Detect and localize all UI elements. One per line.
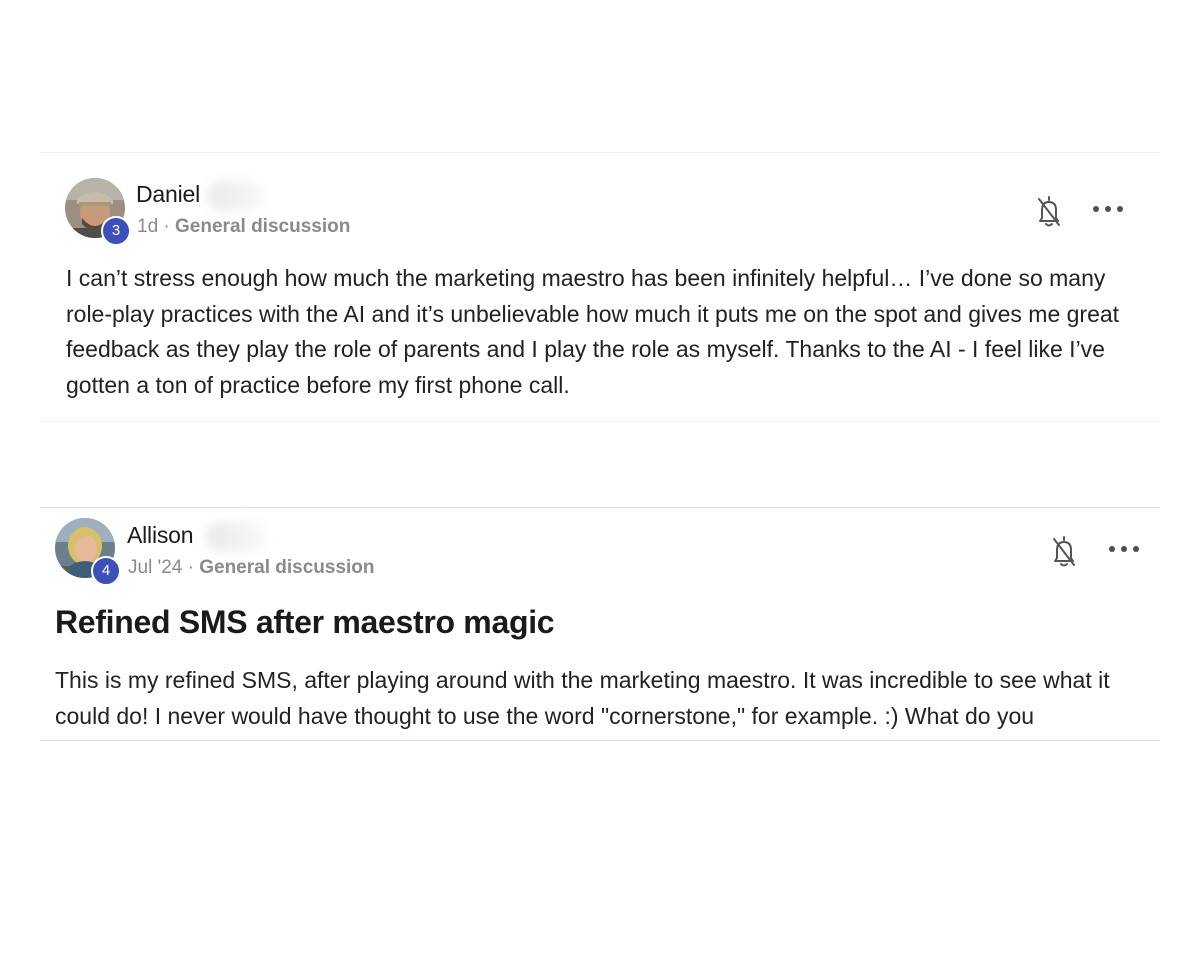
post-body: I can’t stress enough how much the marke… — [66, 265, 1120, 398]
post-card[interactable]: 3 Daniel 1d · General discussion I can’t… — [40, 152, 1160, 422]
post-meta: 1d · General discussion — [137, 216, 350, 238]
post-body-preview: This is my refined SMS, after playing ar… — [55, 667, 1110, 729]
post-time[interactable]: Jul '24 — [128, 557, 182, 578]
bell-off-icon[interactable] — [1034, 193, 1064, 229]
more-options-button[interactable] — [1093, 199, 1123, 219]
level-badge: 4 — [91, 556, 121, 586]
post-meta: Jul '24 · General discussion — [128, 557, 375, 579]
redacted-surname — [208, 181, 264, 211]
more-dot — [1117, 206, 1123, 212]
redacted-surname — [206, 522, 266, 552]
more-dot — [1093, 206, 1099, 212]
meta-separator: · — [187, 557, 194, 578]
bell-off-icon[interactable] — [1049, 533, 1079, 569]
category-link[interactable]: General discussion — [199, 557, 374, 578]
more-dot — [1109, 546, 1115, 552]
avatar-container[interactable]: 3 — [65, 178, 131, 246]
meta-separator: · — [163, 216, 170, 237]
avatar-container[interactable]: 4 — [55, 518, 121, 586]
post-title[interactable]: Refined SMS after maestro magic — [55, 604, 555, 641]
author-name[interactable]: Daniel — [136, 181, 200, 208]
author-name[interactable]: Allison — [127, 522, 194, 549]
level-badge: 3 — [101, 216, 131, 246]
post-card[interactable]: 4 Allison Jul '24 · General discussion R… — [40, 507, 1160, 741]
more-dot — [1121, 546, 1127, 552]
more-dot — [1105, 206, 1111, 212]
post-time[interactable]: 1d — [137, 216, 158, 237]
category-link[interactable]: General discussion — [175, 216, 350, 237]
more-dot — [1133, 546, 1139, 552]
more-options-button[interactable] — [1109, 539, 1139, 559]
